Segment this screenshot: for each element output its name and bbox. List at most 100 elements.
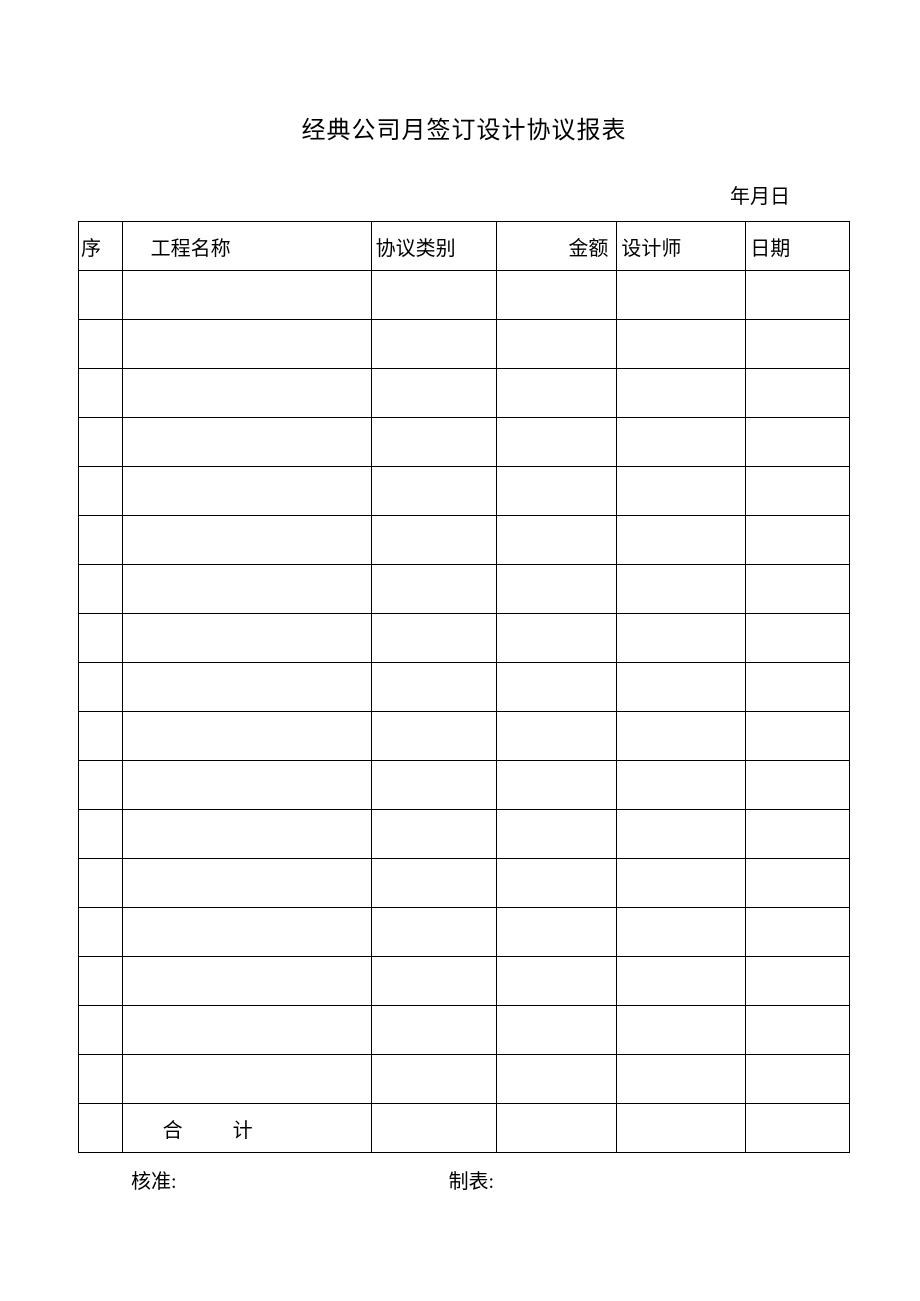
footer: 核准: 制表:: [78, 1165, 850, 1194]
cell-agreement-type: [371, 614, 497, 663]
cell-date: [746, 516, 850, 565]
cell-amount: [497, 614, 617, 663]
table-row: [79, 467, 850, 516]
cell-designer: [617, 565, 746, 614]
cell-designer: [617, 957, 746, 1006]
cell-date: [746, 908, 850, 957]
cell-amount: [497, 418, 617, 467]
cell-project-name: [122, 467, 371, 516]
cell-project-name: [122, 761, 371, 810]
cell-agreement-type: [371, 712, 497, 761]
cell-amount: [497, 320, 617, 369]
cell-date: [746, 712, 850, 761]
cell-seq: [79, 957, 123, 1006]
table-row: [79, 418, 850, 467]
cell-amount: [497, 712, 617, 761]
table-row: [79, 1006, 850, 1055]
cell-designer: [617, 859, 746, 908]
cell-project-name: [122, 810, 371, 859]
cell-date: [746, 859, 850, 908]
cell-date: [746, 1055, 850, 1104]
page-title: 经典公司月签订设计协议报表: [78, 110, 850, 145]
cell-project-name: [122, 1006, 371, 1055]
table-row: [79, 614, 850, 663]
cell-amount: [497, 1006, 617, 1055]
cell-designer: [617, 908, 746, 957]
cell-project-name: [122, 418, 371, 467]
cell-agreement-type: [371, 516, 497, 565]
header-seq: 序: [79, 222, 123, 271]
table-row: [79, 859, 850, 908]
cell-designer: [617, 761, 746, 810]
cell-agreement-type: [371, 467, 497, 516]
table-row: [79, 908, 850, 957]
cell-total-date: [746, 1104, 850, 1153]
cell-project-name: [122, 908, 371, 957]
cell-seq: [79, 761, 123, 810]
cell-agreement-type: [371, 1006, 497, 1055]
cell-seq: [79, 1055, 123, 1104]
cell-date: [746, 614, 850, 663]
cell-seq: [79, 859, 123, 908]
cell-designer: [617, 614, 746, 663]
footer-approver: 核准:: [131, 1165, 177, 1194]
cell-designer: [617, 516, 746, 565]
cell-agreement-type: [371, 908, 497, 957]
cell-amount: [497, 859, 617, 908]
table-total-row: 合计: [79, 1104, 850, 1153]
cell-project-name: [122, 516, 371, 565]
table-row: [79, 271, 850, 320]
cell-total-label: 合计: [122, 1104, 371, 1153]
cell-amount: [497, 761, 617, 810]
agreement-report-table: 序 工程名称 协议类别 金额 设计师 日期: [78, 221, 850, 1153]
cell-seq: [79, 1006, 123, 1055]
cell-total-type: [371, 1104, 497, 1153]
cell-project-name: [122, 369, 371, 418]
cell-agreement-type: [371, 565, 497, 614]
cell-amount: [497, 663, 617, 712]
cell-total-amount: [497, 1104, 617, 1153]
header-date: 日期: [746, 222, 850, 271]
cell-seq: [79, 614, 123, 663]
cell-project-name: [122, 859, 371, 908]
cell-total-designer: [617, 1104, 746, 1153]
cell-amount: [497, 516, 617, 565]
cell-project-name: [122, 957, 371, 1006]
date-line: 年月日: [78, 180, 850, 209]
cell-seq: [79, 663, 123, 712]
cell-total-seq: [79, 1104, 123, 1153]
header-designer: 设计师: [617, 222, 746, 271]
cell-amount: [497, 369, 617, 418]
table-header-row: 序 工程名称 协议类别 金额 设计师 日期: [79, 222, 850, 271]
cell-date: [746, 418, 850, 467]
cell-date: [746, 1006, 850, 1055]
footer-preparer: 制表:: [449, 1165, 495, 1194]
cell-seq: [79, 565, 123, 614]
cell-amount: [497, 1055, 617, 1104]
cell-designer: [617, 810, 746, 859]
cell-agreement-type: [371, 369, 497, 418]
table-row: [79, 810, 850, 859]
cell-designer: [617, 418, 746, 467]
cell-amount: [497, 565, 617, 614]
cell-amount: [497, 271, 617, 320]
header-project-name: 工程名称: [122, 222, 371, 271]
cell-seq: [79, 320, 123, 369]
cell-seq: [79, 369, 123, 418]
cell-project-name: [122, 1055, 371, 1104]
cell-designer: [617, 1006, 746, 1055]
header-agreement-type: 协议类别: [371, 222, 497, 271]
cell-project-name: [122, 320, 371, 369]
cell-project-name: [122, 614, 371, 663]
cell-designer: [617, 663, 746, 712]
cell-agreement-type: [371, 957, 497, 1006]
cell-designer: [617, 1055, 746, 1104]
table-row: [79, 1055, 850, 1104]
cell-seq: [79, 712, 123, 761]
cell-date: [746, 810, 850, 859]
header-amount: 金额: [497, 222, 617, 271]
cell-date: [746, 467, 850, 516]
table-row: [79, 320, 850, 369]
cell-project-name: [122, 712, 371, 761]
cell-seq: [79, 418, 123, 467]
